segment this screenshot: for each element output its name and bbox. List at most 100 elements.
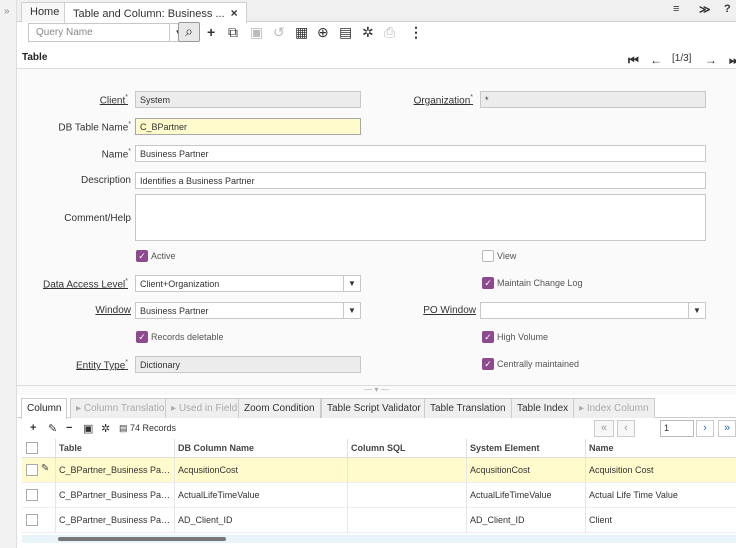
chevron-down-icon[interactable]: ▼ [343,303,360,318]
menu-icon[interactable]: ≡ [673,3,679,15]
scrollbar-thumb[interactable] [58,537,226,541]
expand-sidebar-icon[interactable]: » [4,6,10,17]
grid-edit-icon[interactable]: ✎ [48,422,57,435]
maintain-change-log-checkbox[interactable]: ✓ Maintain Change Log [482,277,583,289]
next-page-icon[interactable]: › [696,420,714,437]
grid-toggle-icon[interactable]: ▦ [295,24,308,40]
window-label[interactable]: Window [57,305,131,316]
table-row[interactable]: C_BPartner_Business Par... AD_Client_ID … [22,508,736,533]
copy-record-icon[interactable]: ⧉ [228,24,238,40]
tab-table-and-column[interactable]: Table and Column: Business ... × [64,2,247,23]
po-window-label[interactable]: PO Window [397,305,476,316]
help-icon[interactable]: ? [724,3,731,15]
cell-column-sql[interactable] [347,483,466,508]
cell-db-column-name[interactable]: ActualLifeTimeValue [174,483,347,508]
cell-table[interactable]: C_BPartner_Business Par... [55,483,174,508]
centrally-maintained-checkbox[interactable]: ✓ Centrally maintained [482,358,579,370]
header-name[interactable]: Name [585,439,736,458]
high-volume-checkbox[interactable]: ✓ High Volume [482,331,548,343]
search-icon[interactable]: ⌕ [178,22,200,42]
row-checkbox[interactable] [26,464,38,476]
organization-field[interactable]: * [480,91,706,108]
description-field[interactable]: Identifies a Business Partner [135,172,706,189]
tab-column-translation[interactable]: ▸ Column Translation [70,398,176,418]
process-gear-icon[interactable]: ✲ [362,24,374,40]
prev-page-icon[interactable]: ‹ [617,420,635,437]
table-row[interactable]: ✎ C_BPartner_Business Par... AcqusitionC… [22,458,736,483]
grid-gear-icon[interactable]: ✲ [101,422,110,435]
comment-help-textarea[interactable] [135,194,706,241]
window-select[interactable]: Business Partner ▼ [135,302,361,319]
cell-system-element[interactable]: AD_Client_ID [466,508,585,533]
new-record-icon[interactable]: + [207,24,215,40]
po-window-select[interactable]: ▼ [480,302,706,319]
close-tab-icon[interactable]: × [231,6,238,20]
name-field[interactable]: Business Partner [135,145,706,162]
first-record-icon[interactable]: ⏮ [628,53,639,68]
tab-table-script-validator[interactable]: Table Script Validator [321,398,427,418]
grid-save-icon[interactable]: ▣ [83,422,93,435]
tab-home[interactable]: Home [21,2,69,22]
collapsed-sidebar[interactable]: » [0,0,17,548]
client-label[interactable]: Client* [57,94,128,106]
cell-column-sql[interactable] [347,508,466,533]
client-field[interactable]: System [135,91,361,108]
first-page-icon[interactable]: « [594,420,614,437]
cell-table[interactable]: C_BPartner_Business Par... [55,508,174,533]
chevron-down-icon[interactable]: ▼ [688,303,705,318]
undo-icon[interactable]: ↺ [273,24,285,40]
report-icon[interactable]: ▤ [339,24,352,40]
view-checkbox[interactable]: View [482,250,516,262]
header-column-sql[interactable]: Column SQL [347,439,466,458]
collapse-icon[interactable]: ≫ [699,3,711,16]
select-all-checkbox[interactable] [26,442,38,454]
previous-record-icon[interactable]: ← [650,53,662,67]
save-icon[interactable]: ▣ [250,24,263,40]
organization-label[interactable]: Organization* [397,94,473,106]
page-number-value: 1 [664,423,670,433]
more-options-icon[interactable]: ⋮ [409,24,423,40]
cell-column-sql[interactable] [347,458,466,483]
last-record-icon[interactable]: ⏭ [729,53,736,68]
tab-table-translation[interactable]: Table Translation [424,398,512,418]
chevron-down-icon[interactable]: ▼ [343,276,360,291]
table-row[interactable]: C_BPartner_Business Par... ActualLifeTim… [22,483,736,508]
tab-index-column[interactable]: ▸ Index Column [573,398,655,418]
zoom-icon[interactable]: ⊕ [317,24,329,40]
row-checkbox[interactable] [26,489,38,501]
query-name-select[interactable]: Query Name▼ [28,23,188,42]
cell-table[interactable]: C_BPartner_Business Par... [55,458,174,483]
entity-type-label[interactable]: Entity Type* [37,359,128,371]
cell-name[interactable]: Acquisition Cost [585,458,736,483]
tab-column[interactable]: Column [21,398,68,419]
cell-name[interactable]: Actual Life Time Value [585,483,736,508]
cell-system-element[interactable]: ActualLifeTimeValue [466,483,585,508]
cell-system-element[interactable]: AcqusitionCost [466,458,585,483]
row-edit-icon[interactable]: ✎ [41,463,49,474]
grid-delete-icon[interactable]: − [66,422,72,434]
page-number-input[interactable]: 1 [660,420,694,437]
tab-table-index[interactable]: Table Index [511,398,575,418]
entity-type-field[interactable]: Dictionary [135,356,361,373]
header-table[interactable]: Table [55,439,174,458]
header-system-element[interactable]: System Element [466,439,585,458]
header-db-column-name[interactable]: DB Column Name [174,439,347,458]
grid-new-icon[interactable]: + [30,422,36,434]
next-record-icon[interactable]: → [705,53,717,67]
print-icon[interactable]: ⎙ [384,24,395,40]
db-table-name-field[interactable]: C_BPartner [135,118,361,135]
db-table-name-label-text: DB Table Name [58,122,129,134]
cell-db-column-name[interactable]: AcqusitionCost [174,458,347,483]
tab-zoom-condition[interactable]: Zoom Condition [238,398,321,418]
data-access-level-label[interactable]: Data Access Level* [27,278,128,290]
panel-splitter[interactable]: — ▾ — [17,385,736,395]
row-checkbox[interactable] [26,514,38,526]
cell-name[interactable]: Client [585,508,736,533]
data-access-level-select[interactable]: Client+Organization ▼ [135,275,361,292]
grid-horizontal-scrollbar[interactable] [22,535,736,543]
last-page-icon[interactable]: » [718,420,736,437]
records-deletable-checkbox[interactable]: ✓ Records deletable [136,331,224,343]
cell-db-column-name[interactable]: AD_Client_ID [174,508,347,533]
tab-used-in-field[interactable]: ▸ Used in Field [165,398,244,418]
active-checkbox[interactable]: ✓ Active [136,250,176,262]
